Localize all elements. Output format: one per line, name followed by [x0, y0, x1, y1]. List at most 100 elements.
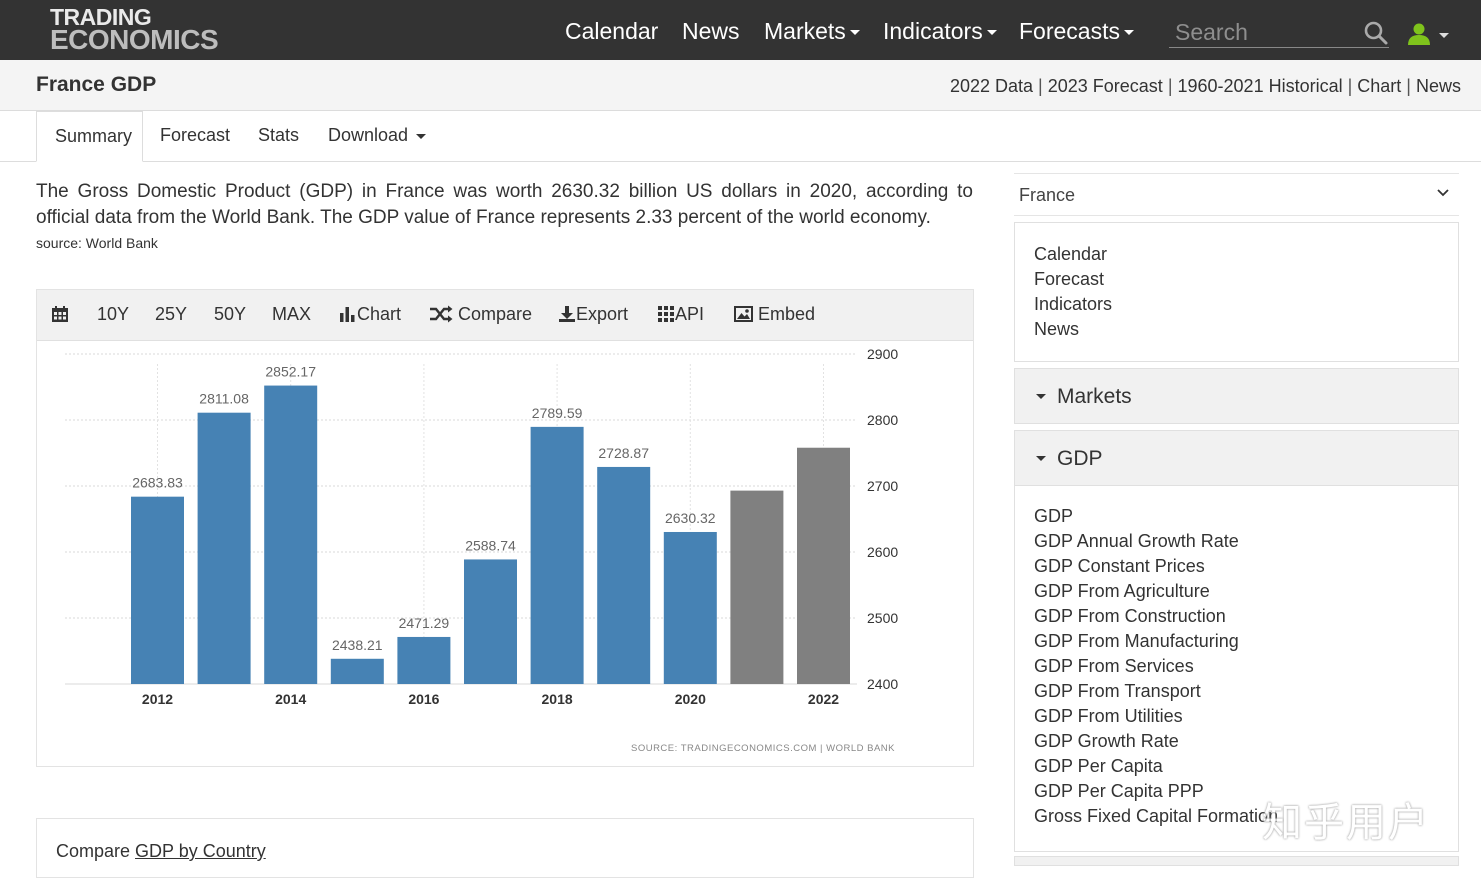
tab-download-label: Download — [328, 125, 409, 145]
logo[interactable]: TRADING ECONOMICS — [50, 6, 219, 55]
bar-value-label: 2728.87 — [598, 445, 649, 461]
caret-down-icon — [1036, 394, 1046, 399]
bar-chart-icon — [340, 307, 355, 322]
nav-indicators-label: Indicators — [883, 18, 983, 44]
range-25y-button[interactable]: 25Y — [155, 304, 187, 325]
gdp-link[interactable]: GDP — [1034, 504, 1458, 529]
x-tick-label: 2020 — [675, 691, 706, 707]
tab-forecast[interactable]: Forecast — [160, 111, 230, 162]
export-button-label: Export — [576, 304, 629, 324]
chart-bar — [330, 658, 384, 684]
range-50y-button[interactable]: 50Y — [214, 304, 246, 325]
search-input[interactable] — [1169, 18, 1349, 46]
compare-button[interactable]: Compare — [429, 304, 532, 325]
search-icon[interactable] — [1363, 20, 1389, 46]
embed-button[interactable]: Embed — [734, 304, 815, 325]
gdp-link[interactable]: GDP From Services — [1034, 654, 1458, 679]
gdp-by-country-link[interactable]: GDP by Country — [135, 841, 266, 861]
bar-value-label: 2630.32 — [665, 510, 716, 526]
api-button[interactable]: API — [657, 304, 704, 325]
embed-button-label: Embed — [758, 304, 816, 324]
export-button[interactable]: Export — [558, 304, 628, 325]
api-button-label: API — [675, 304, 705, 324]
gdp-link[interactable]: GDP Constant Prices — [1034, 554, 1458, 579]
link-historical[interactable]: 1960-2021 Historical — [1178, 76, 1343, 96]
x-tick-label: 2014 — [275, 691, 306, 707]
page-title: France GDP — [36, 73, 157, 96]
search-box — [1169, 18, 1389, 48]
bar-value-label: 2438.21 — [332, 637, 383, 653]
link-2022-data[interactable]: 2022 Data — [950, 76, 1033, 96]
sidebar-link-news[interactable]: News — [1034, 317, 1458, 342]
tab-download[interactable]: Download — [328, 111, 427, 162]
nav-calendar[interactable]: Calendar — [565, 18, 658, 45]
chart-button-label: Chart — [357, 304, 402, 324]
link-chart[interactable]: Chart — [1357, 76, 1401, 96]
gdp-link[interactable]: GDP Annual Growth Rate — [1034, 529, 1458, 554]
compare-prefix: Compare — [56, 841, 136, 861]
chart-button[interactable]: Chart — [339, 304, 401, 325]
calendar-button[interactable] — [51, 304, 69, 325]
link-2023-forecast[interactable]: 2023 Forecast — [1048, 76, 1163, 96]
x-tick-label: 2018 — [542, 691, 573, 707]
y-tick-label: 2400 — [867, 676, 898, 692]
country-select[interactable]: France — [1014, 173, 1459, 216]
bar-value-label: 2588.74 — [465, 537, 516, 553]
title-bar: France GDP 2022 Data | 2023 Forecast | 1960-… — [0, 60, 1481, 111]
calendar-icon — [52, 306, 68, 322]
bar-value-label: 2471.29 — [399, 615, 450, 631]
bar-value-label: 2789.59 — [532, 405, 583, 421]
download-icon — [559, 306, 575, 322]
nav-calendar-label: Calendar — [565, 18, 659, 44]
chart-bar — [264, 385, 318, 684]
gdp-bar-chart: 2400 2500 2600 2700 2800 2900 2683.83 2811.08 28… — [65, 346, 898, 754]
source-note: source: World Bank — [36, 235, 158, 251]
section-gdp[interactable]: GDP — [1014, 430, 1459, 486]
section-markets-label: Markets — [1057, 385, 1132, 408]
section-gdp-label: GDP — [1057, 447, 1103, 470]
range-max-button[interactable]: MAX — [272, 304, 311, 325]
gdp-link[interactable]: GDP From Utilities — [1034, 704, 1458, 729]
logo-line2: ECONOMICS — [50, 23, 219, 55]
link-news[interactable]: News — [1416, 76, 1461, 96]
caret-down-icon — [1123, 30, 1134, 36]
gdp-link[interactable]: GDP From Construction — [1034, 604, 1458, 629]
x-tick-label: 2012 — [142, 691, 173, 707]
nav-forecasts[interactable]: Forecasts — [1019, 18, 1134, 45]
caret-down-icon — [416, 133, 427, 139]
gdp-link[interactable]: GDP Growth Rate — [1034, 729, 1458, 754]
grid-icon — [658, 306, 674, 322]
nav-markets[interactable]: Markets — [764, 18, 860, 45]
summary-text: The Gross Domestic Product (GDP) in Fran… — [36, 181, 973, 228]
gdp-link[interactable]: GDP Per Capita — [1034, 754, 1458, 779]
nav-indicators[interactable]: Indicators — [883, 18, 997, 45]
separator: | — [1406, 76, 1411, 96]
gdp-link[interactable]: GDP From Manufacturing — [1034, 629, 1458, 654]
range-10y-button[interactable]: 10Y — [97, 304, 129, 325]
user-icon[interactable] — [1406, 22, 1450, 50]
caret-down-icon — [1036, 456, 1046, 461]
x-tick-label: 2016 — [408, 691, 439, 707]
gdp-link[interactable]: GDP From Agriculture — [1034, 579, 1458, 604]
section-markets[interactable]: Markets — [1014, 368, 1459, 424]
chart-bar — [597, 466, 651, 684]
caret-down-icon — [986, 30, 997, 36]
chart-bar — [197, 412, 251, 684]
separator: | — [1038, 76, 1043, 96]
chart-bar — [397, 636, 451, 684]
tab-stats[interactable]: Stats — [258, 111, 299, 162]
separator: | — [1167, 76, 1173, 96]
chart-bar — [730, 490, 784, 684]
country-select-value: France — [1019, 185, 1076, 205]
sidebar-link-forecast[interactable]: Forecast — [1034, 267, 1458, 292]
compare-text: Compare GDP by Country — [56, 841, 266, 862]
y-tick-label: 2900 — [867, 346, 898, 362]
chart-bar — [464, 559, 517, 684]
bar-value-label: 2683.83 — [132, 475, 183, 491]
sidebar-link-calendar[interactable]: Calendar — [1034, 242, 1458, 267]
sidebar-link-indicators[interactable]: Indicators — [1034, 292, 1458, 317]
y-tick-label: 2500 — [867, 610, 898, 626]
gdp-link[interactable]: GDP From Transport — [1034, 679, 1458, 704]
tab-summary[interactable]: Summary — [36, 111, 143, 162]
nav-news[interactable]: News — [682, 18, 740, 45]
